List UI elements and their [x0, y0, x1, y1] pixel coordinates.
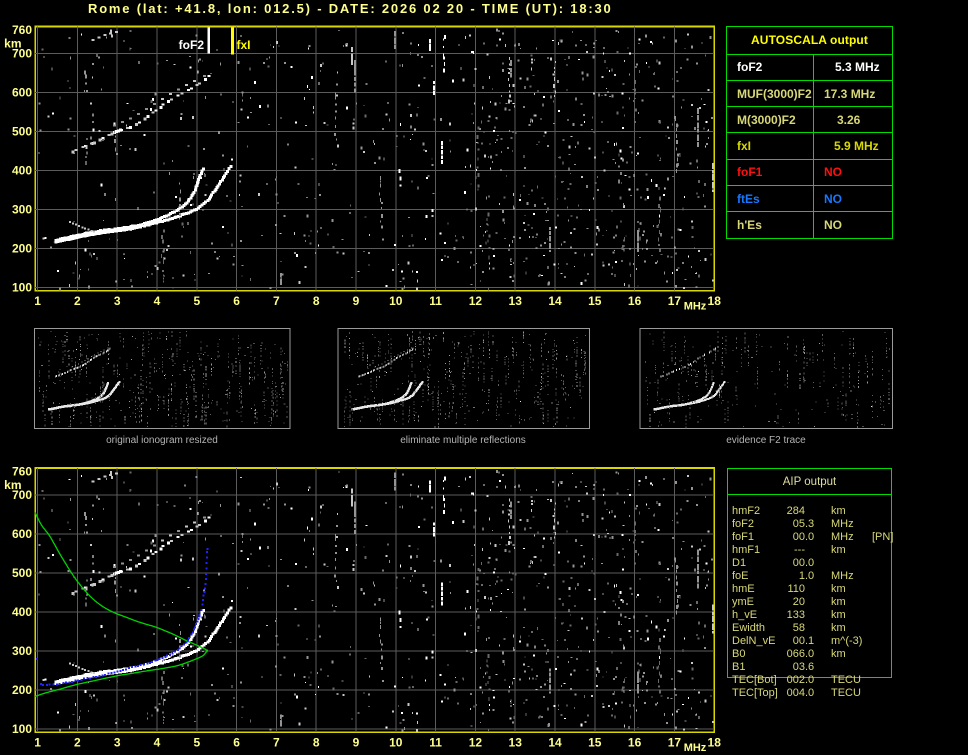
svg-text:eliminate multiple reflections: eliminate multiple reflections [400, 435, 526, 446]
svg-text:original ionogram resized: original ionogram resized [106, 435, 218, 446]
svg-text:evidence F2 trace: evidence F2 trace [726, 435, 806, 446]
svg-text:fxI: fxI [237, 38, 251, 52]
svg-text:foF2: foF2 [179, 38, 205, 52]
